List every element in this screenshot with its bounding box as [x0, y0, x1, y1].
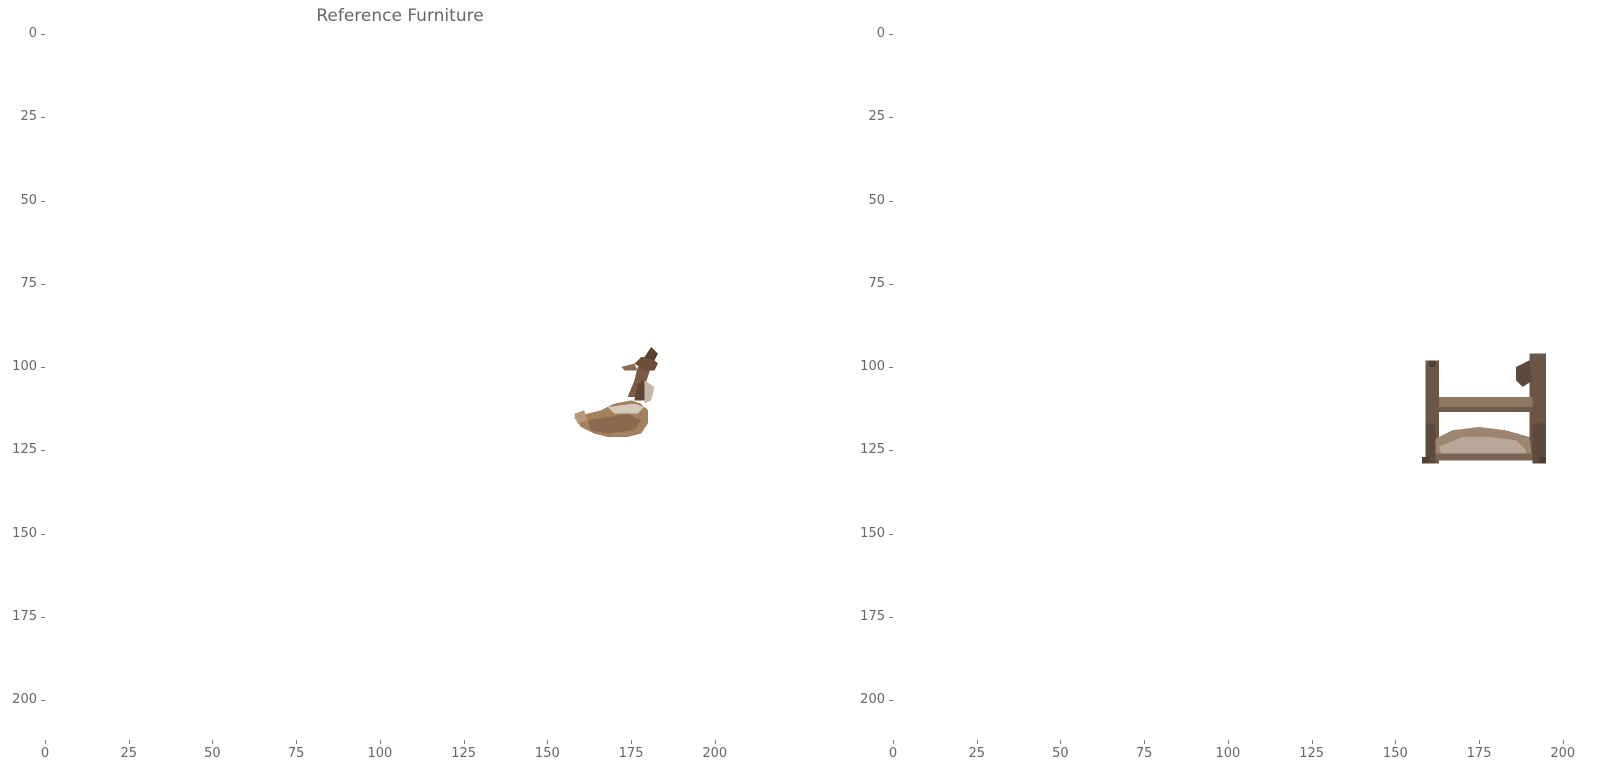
- y-tick-mark: [41, 117, 45, 119]
- y-tick-label: 100: [12, 359, 37, 375]
- y-tick-label: 125: [12, 442, 37, 458]
- y-tick-mark: [889, 616, 893, 618]
- wooden-bench: [1422, 353, 1547, 464]
- x-tick-mark: [212, 740, 214, 744]
- y-tick-mark: [889, 450, 893, 452]
- x-tick-label: 75: [287, 746, 305, 761]
- furniture-image-left: [574, 347, 658, 437]
- x-tick-mark: [1479, 740, 1481, 744]
- y-tick-label: 50: [868, 192, 885, 208]
- y-tick-label: 0: [876, 26, 885, 41]
- y-tick-label: 0: [28, 26, 37, 41]
- y-tick-mark: [889, 533, 893, 535]
- x-tick-label: 0: [888, 746, 898, 761]
- x-tick-mark: [631, 740, 633, 744]
- y-tick-label: 25: [868, 109, 885, 125]
- y-tick-label: 100: [860, 359, 885, 375]
- y-tick-label: 75: [868, 275, 885, 291]
- x-tick-mark: [1144, 740, 1146, 744]
- y-tick-label: 125: [860, 442, 885, 458]
- y-tick-label: 175: [12, 608, 37, 624]
- y-tick-mark: [41, 616, 45, 618]
- y-tick-label: 50: [20, 192, 37, 208]
- x-tick-mark: [1227, 740, 1229, 744]
- x-tick-mark: [128, 740, 130, 744]
- x-tick-label: 50: [204, 746, 221, 761]
- duck-ornament: [574, 347, 658, 437]
- y-tick-mark: [41, 533, 45, 535]
- y-tick-mark: [889, 283, 893, 285]
- x-tick-mark: [714, 740, 716, 744]
- x-tick-label: 175: [1466, 746, 1492, 761]
- y-tick-mark: [41, 200, 45, 202]
- x-tick-label: 150: [1382, 746, 1408, 761]
- x-tick-label: 200: [702, 746, 728, 761]
- y-tick-mark: [41, 283, 45, 285]
- x-tick-mark: [1311, 740, 1313, 744]
- x-tick-label: 0: [40, 746, 50, 761]
- y-tick-mark: [41, 367, 45, 369]
- x-tick-label: 75: [1135, 746, 1153, 761]
- x-tick-mark: [45, 740, 46, 744]
- x-tick-label: 50: [1052, 746, 1069, 761]
- x-tick-label: 100: [1215, 746, 1241, 761]
- x-tick-mark: [379, 740, 381, 744]
- plot-area-left: [45, 34, 755, 740]
- x-tick-mark: [1060, 740, 1062, 744]
- y-tick-mark: [41, 450, 45, 452]
- x-tick-mark: [296, 740, 298, 744]
- right-image-panel: 0 0 25 25 50 50 75 75 100 100 125 125 150 150 175 175 20…: [860, 27, 1603, 760]
- x-tick-mark: [976, 740, 978, 744]
- x-tick-label: 25: [968, 746, 985, 761]
- x-tick-label: 175: [618, 746, 644, 761]
- x-tick-label: 125: [1299, 746, 1325, 761]
- x-tick-mark: [893, 740, 894, 744]
- x-tick-label: 100: [367, 746, 393, 761]
- y-tick-label: 150: [12, 525, 37, 541]
- x-tick-label: 200: [1550, 746, 1576, 761]
- x-tick-mark: [1562, 740, 1564, 744]
- y-tick-label: 200: [12, 692, 37, 708]
- x-tick-label: 25: [120, 746, 137, 761]
- y-tick-mark: [889, 34, 893, 35]
- x-tick-mark: [463, 740, 465, 744]
- y-tick-mark: [889, 200, 893, 202]
- x-tick-label: 125: [451, 746, 477, 761]
- y-tick-mark: [889, 700, 893, 702]
- y-tick-mark: [41, 34, 45, 35]
- plot-area-right: [893, 34, 1603, 740]
- y-tick-mark: [41, 700, 45, 702]
- x-tick-mark: [547, 740, 549, 744]
- panel-title: Reference Furniture: [316, 6, 484, 26]
- y-tick-label: 25: [20, 109, 37, 125]
- y-tick-mark: [889, 117, 893, 119]
- x-tick-label: 150: [534, 746, 560, 761]
- x-tick-mark: [1395, 740, 1397, 744]
- y-tick-label: 200: [860, 692, 885, 708]
- y-tick-label: 175: [860, 608, 885, 624]
- left-image-panel: Reference Furniture 0 0 25 25 50 50 75 7…: [12, 6, 755, 760]
- furniture-image-right: [1422, 353, 1547, 464]
- y-tick-mark: [889, 367, 893, 369]
- y-tick-label: 150: [860, 525, 885, 541]
- y-tick-label: 75: [20, 275, 37, 291]
